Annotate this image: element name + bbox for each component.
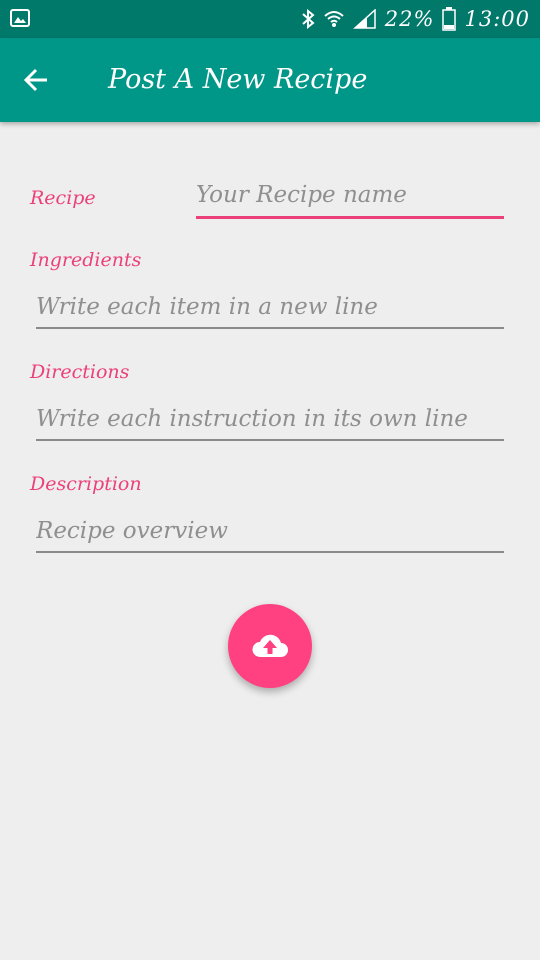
battery-icon [442, 7, 457, 31]
ingredients-label: Ingredients [30, 249, 142, 271]
recipe-label: Recipe [30, 187, 96, 209]
description-underline [36, 551, 504, 553]
signal-icon [352, 9, 376, 29]
directions-label: Directions [30, 361, 130, 383]
battery-percentage: 22% [384, 7, 435, 31]
clock: 13:00 [464, 7, 530, 31]
ingredients-underline [36, 327, 504, 329]
page-title: Post A New Recipe [108, 64, 368, 95]
description-input[interactable] [34, 512, 504, 550]
gallery-icon [10, 9, 30, 27]
directions-underline [36, 439, 504, 441]
back-button[interactable] [16, 60, 56, 100]
status-indicators: 22% 13:00 [301, 0, 530, 38]
recipe-name-underline [196, 216, 504, 219]
recipe-name-input[interactable] [194, 176, 504, 214]
upload-recipe-button[interactable] [228, 604, 312, 688]
status-bar: 22% 13:00 [0, 0, 540, 38]
directions-input[interactable] [34, 400, 504, 438]
ingredients-input[interactable] [34, 288, 504, 326]
app-bar: Post A New Recipe [0, 38, 540, 122]
arrow-left-icon [23, 68, 47, 92]
wifi-icon [324, 11, 344, 27]
bluetooth-icon [302, 9, 315, 29]
cloud-upload-icon [252, 634, 288, 657]
description-label: Description [30, 473, 142, 495]
